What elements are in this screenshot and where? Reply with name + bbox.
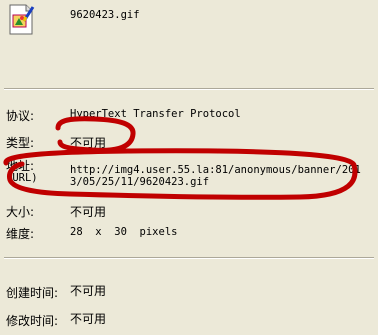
created-label: 创建时间:: [6, 286, 59, 300]
gif-file-icon: [6, 4, 36, 36]
file-name: 9620423.gif: [70, 9, 140, 21]
address-label: 地址: (URL): [6, 160, 38, 184]
address-label-line2: (URL): [6, 172, 38, 184]
address-value: http://img4.user.55.la:81/anonymous/bann…: [70, 164, 361, 188]
type-label: 类型:: [6, 136, 35, 150]
size-value: 不可用: [70, 205, 107, 219]
created-value: 不可用: [70, 284, 107, 298]
divider: [4, 257, 374, 259]
size-label: 大小:: [6, 205, 35, 219]
divider: [4, 88, 374, 90]
modified-value: 不可用: [70, 312, 107, 326]
dimensions-value: 28 x 30 pixels: [70, 226, 178, 238]
modified-label: 修改时间:: [6, 314, 59, 328]
type-value: 不可用: [70, 136, 107, 150]
protocol-label: 协议:: [6, 109, 35, 123]
protocol-value: HyperText Transfer Protocol: [70, 108, 241, 120]
address-label-line1: 地址:: [6, 159, 35, 173]
dimensions-label: 维度:: [6, 227, 35, 241]
